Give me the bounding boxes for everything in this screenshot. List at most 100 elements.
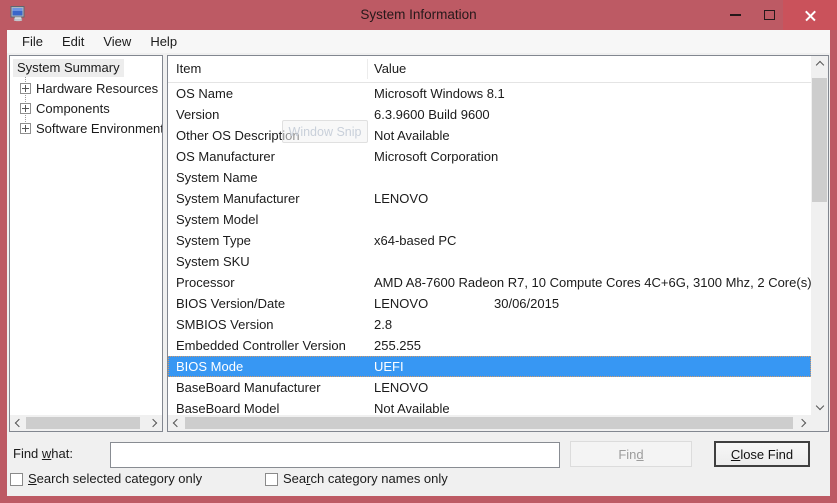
item-cell: Embedded Controller Version: [168, 338, 367, 353]
item-cell: System Name: [168, 170, 367, 185]
menu-item-file[interactable]: File: [13, 32, 53, 52]
scrollbar-thumb[interactable]: [185, 417, 793, 429]
item-cell: BIOS Mode: [168, 359, 367, 374]
item-cell: SMBIOS Version: [168, 317, 367, 332]
table-row[interactable]: BIOS Version/DateLENOVO30/06/2015: [168, 293, 811, 314]
search-category-names-label: Search category names only: [283, 471, 448, 486]
tree-item-label: Components: [36, 101, 110, 116]
table-row[interactable]: ProcessorAMD A8-7600 Radeon R7, 10 Compu…: [168, 272, 811, 293]
find-what-label: Find what:: [13, 446, 73, 461]
tree-item-hardware-resources[interactable]: Hardware Resources: [20, 79, 158, 97]
close-find-button[interactable]: Close Find: [714, 441, 810, 467]
list-horizontal-scrollbar[interactable]: [168, 415, 811, 431]
minimize-icon: [730, 14, 741, 16]
table-row[interactable]: System Model: [168, 209, 811, 230]
chevron-left-icon: [173, 419, 181, 427]
table-row[interactable]: OS NameMicrosoft Windows 8.1: [168, 83, 811, 104]
item-cell: System Model: [168, 212, 367, 227]
scrollbar-corner: [811, 415, 828, 431]
scroll-right-button[interactable]: [795, 415, 811, 431]
maximize-icon: [764, 10, 775, 20]
item-cell: System SKU: [168, 254, 367, 269]
menu-item-view[interactable]: View: [94, 32, 141, 52]
value-cell: Microsoft Corporation: [367, 149, 811, 164]
category-tree-panel[interactable]: System Summary Hardware Resources Compone…: [9, 55, 163, 432]
chevron-right-icon: [798, 419, 806, 427]
table-row[interactable]: Embedded Controller Version255.255: [168, 335, 811, 356]
tree-item-components[interactable]: Components: [20, 99, 110, 117]
table-row[interactable]: System SKU: [168, 251, 811, 272]
scroll-up-button[interactable]: [811, 56, 828, 72]
minimize-button[interactable]: [720, 0, 750, 30]
tree-item-system-summary[interactable]: System Summary: [13, 59, 124, 77]
expand-plus-icon[interactable]: [20, 123, 31, 134]
tree-item-label: Hardware Resources: [36, 81, 158, 96]
table-row[interactable]: Version6.3.9600 Build 9600: [168, 104, 811, 125]
search-selected-category-label: Search selected category only: [28, 471, 202, 486]
scrollbar-thumb[interactable]: [26, 417, 140, 429]
value-cell: 2.8: [367, 317, 811, 332]
table-row[interactable]: System ManufacturerLENOVO: [168, 188, 811, 209]
scroll-right-button[interactable]: [146, 415, 162, 431]
chevron-up-icon: [815, 61, 823, 69]
scroll-left-button[interactable]: [10, 415, 26, 431]
close-icon: [804, 9, 817, 22]
item-cell: OS Name: [168, 86, 367, 101]
value-secondary: 30/06/2015: [494, 296, 559, 311]
scrollbar-thumb[interactable]: [812, 78, 827, 202]
column-header-item[interactable]: Item: [168, 59, 368, 79]
chevron-down-icon: [815, 402, 823, 410]
title-bar[interactable]: System Information: [0, 0, 837, 30]
value-cell: Not Available: [367, 401, 811, 415]
find-button[interactable]: Find: [570, 441, 692, 467]
value-cell: Not Available: [367, 128, 811, 143]
value-cell: LENOVO30/06/2015: [367, 296, 811, 311]
close-button[interactable]: [783, 0, 837, 30]
item-cell: System Type: [168, 233, 367, 248]
detail-list-panel: Item Value OS NameMicrosoft Windows 8.1V…: [167, 55, 829, 432]
menu-item-edit[interactable]: Edit: [53, 32, 94, 52]
window-snip-ghost-tooltip: Window Snip: [282, 120, 368, 143]
scroll-left-button[interactable]: [168, 415, 184, 431]
item-cell: Processor: [168, 275, 367, 290]
expand-plus-icon[interactable]: [20, 83, 31, 94]
item-cell: BaseBoard Model: [168, 401, 367, 415]
scroll-down-button[interactable]: [811, 399, 828, 415]
item-cell: BIOS Version/Date: [168, 296, 367, 311]
value-cell: Microsoft Windows 8.1: [367, 86, 811, 101]
tree-item-label: Software Environment: [36, 121, 163, 136]
chevron-right-icon: [149, 419, 157, 427]
column-header-value[interactable]: Value: [368, 59, 406, 79]
value-cell: 6.3.9600 Build 9600: [367, 107, 811, 122]
value-cell: LENOVO: [367, 380, 811, 395]
item-cell: OS Manufacturer: [168, 149, 367, 164]
table-row[interactable]: System Typex64-based PC: [168, 230, 811, 251]
tree-horizontal-scrollbar[interactable]: [10, 415, 162, 431]
table-row[interactable]: BaseBoard ModelNot Available: [168, 398, 811, 415]
chevron-left-icon: [15, 419, 23, 427]
table-row[interactable]: SMBIOS Version2.8: [168, 314, 811, 335]
search-category-names-checkbox[interactable]: [265, 473, 278, 486]
menu-item-help[interactable]: Help: [141, 32, 187, 52]
find-input[interactable]: [110, 442, 560, 468]
menu-bar: FileEditViewHelp: [7, 30, 830, 53]
window-title: System Information: [0, 0, 837, 30]
value-cell: LENOVO: [367, 191, 811, 206]
list-header[interactable]: Item Value: [168, 56, 811, 83]
table-row[interactable]: BaseBoard ManufacturerLENOVO: [168, 377, 811, 398]
value-cell: UEFI: [367, 359, 811, 374]
expand-plus-icon[interactable]: [20, 103, 31, 114]
table-row[interactable]: System Name: [168, 167, 811, 188]
search-selected-category-checkbox[interactable]: [10, 473, 23, 486]
maximize-button[interactable]: [754, 0, 784, 30]
value-cell: AMD A8-7600 Radeon R7, 10 Compute Cores …: [367, 275, 811, 290]
list-body: OS NameMicrosoft Windows 8.1Version6.3.9…: [168, 83, 811, 415]
tree-item-software-environment[interactable]: Software Environment: [20, 119, 163, 137]
table-row[interactable]: Other OS DescriptionNot Available: [168, 125, 811, 146]
item-cell: System Manufacturer: [168, 191, 367, 206]
list-vertical-scrollbar[interactable]: [811, 56, 828, 415]
table-row[interactable]: OS ManufacturerMicrosoft Corporation: [168, 146, 811, 167]
item-cell: BaseBoard Manufacturer: [168, 380, 367, 395]
table-row[interactable]: BIOS ModeUEFI: [168, 356, 811, 377]
value-cell: 255.255: [367, 338, 811, 353]
